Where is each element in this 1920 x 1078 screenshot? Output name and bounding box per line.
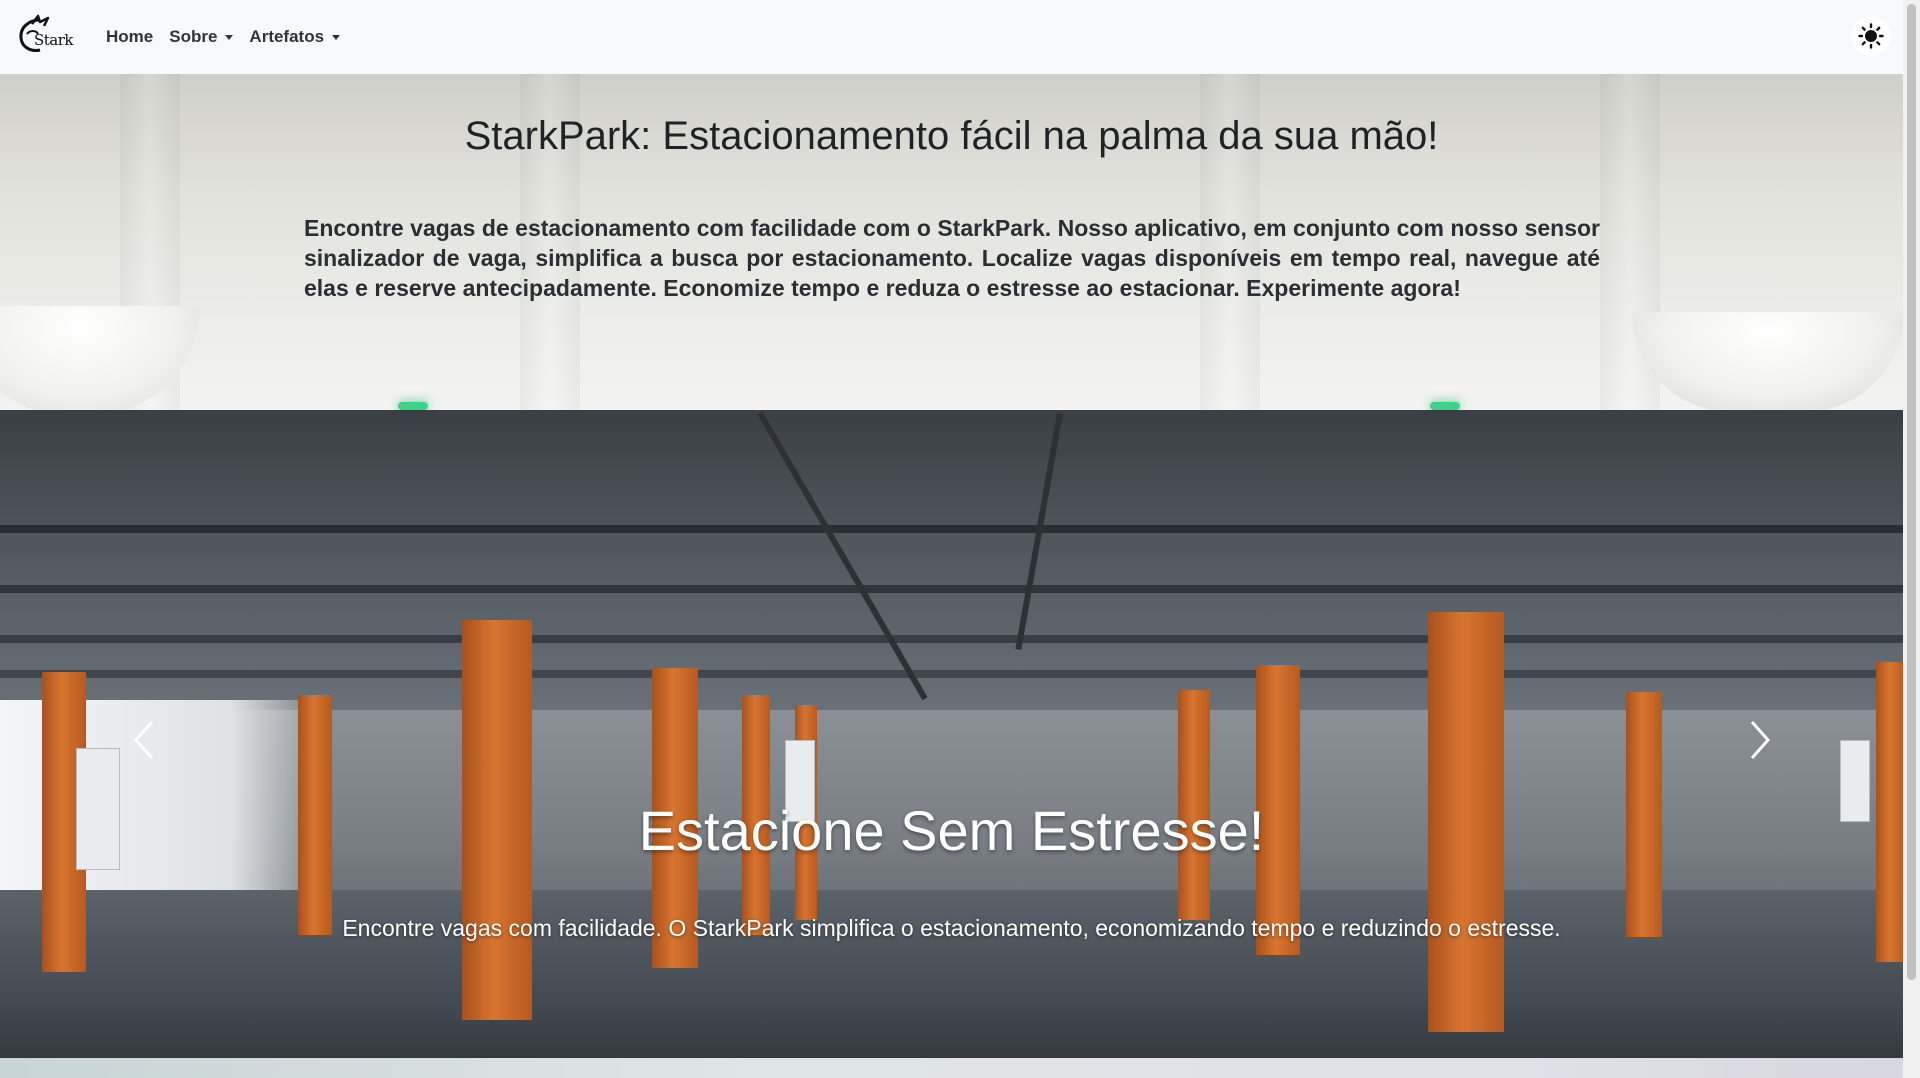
- brand-logo[interactable]: Stark: [18, 12, 74, 56]
- sun-icon: [1858, 23, 1884, 49]
- green-light: [398, 402, 428, 410]
- intro-section: StarkPark: Estacionamento fácil na palma…: [0, 74, 1903, 410]
- scrollbar-thumb[interactable]: [1907, 4, 1916, 980]
- ceiling-beam: [0, 525, 1903, 533]
- nav-sobre-label: Sobre: [169, 27, 218, 46]
- chevron-left-icon: [133, 721, 154, 759]
- hero-carousel: Estacione Sem Estresse! Encontre vagas c…: [0, 410, 1903, 1058]
- nav-artefatos-dropdown[interactable]: Artefatos: [249, 27, 341, 47]
- carousel-slide-text: Encontre vagas com facilidade. O StarkPa…: [342, 915, 1561, 941]
- caret-down-icon: [332, 34, 341, 40]
- intro-title: StarkPark: Estacionamento fácil na palma…: [464, 114, 1439, 158]
- ceiling-beam: [0, 670, 1903, 678]
- ceiling-beam: [0, 585, 1903, 593]
- carousel-prev-button[interactable]: [124, 710, 164, 770]
- ceiling-beam: [0, 635, 1903, 643]
- nav-home-label: Home: [106, 27, 154, 46]
- carousel-next-button[interactable]: [1740, 710, 1780, 770]
- brand-text: Stark: [34, 31, 74, 49]
- carousel-slide-title: Estacione Sem Estresse!: [638, 799, 1265, 862]
- intro-text: Encontre vagas de estacionamento com fac…: [304, 215, 1600, 301]
- next-section-peek: [0, 1058, 1903, 1078]
- caret-down-icon: [225, 34, 234, 40]
- nav-home-link[interactable]: Home: [106, 27, 153, 47]
- garage-ceiling: [0, 410, 1903, 710]
- nav-links: Home Sobre Artefatos: [106, 0, 356, 74]
- nav-sobre-dropdown[interactable]: Sobre: [169, 27, 234, 47]
- nav-artefatos-label: Artefatos: [249, 27, 325, 46]
- chevron-right-icon: [1750, 721, 1771, 759]
- ceiling-lamp-right: [1632, 312, 1903, 410]
- green-light: [1430, 402, 1460, 410]
- theme-toggle-button[interactable]: [1851, 16, 1891, 56]
- navbar: Stark Home Sobre Artefatos: [0, 0, 1903, 74]
